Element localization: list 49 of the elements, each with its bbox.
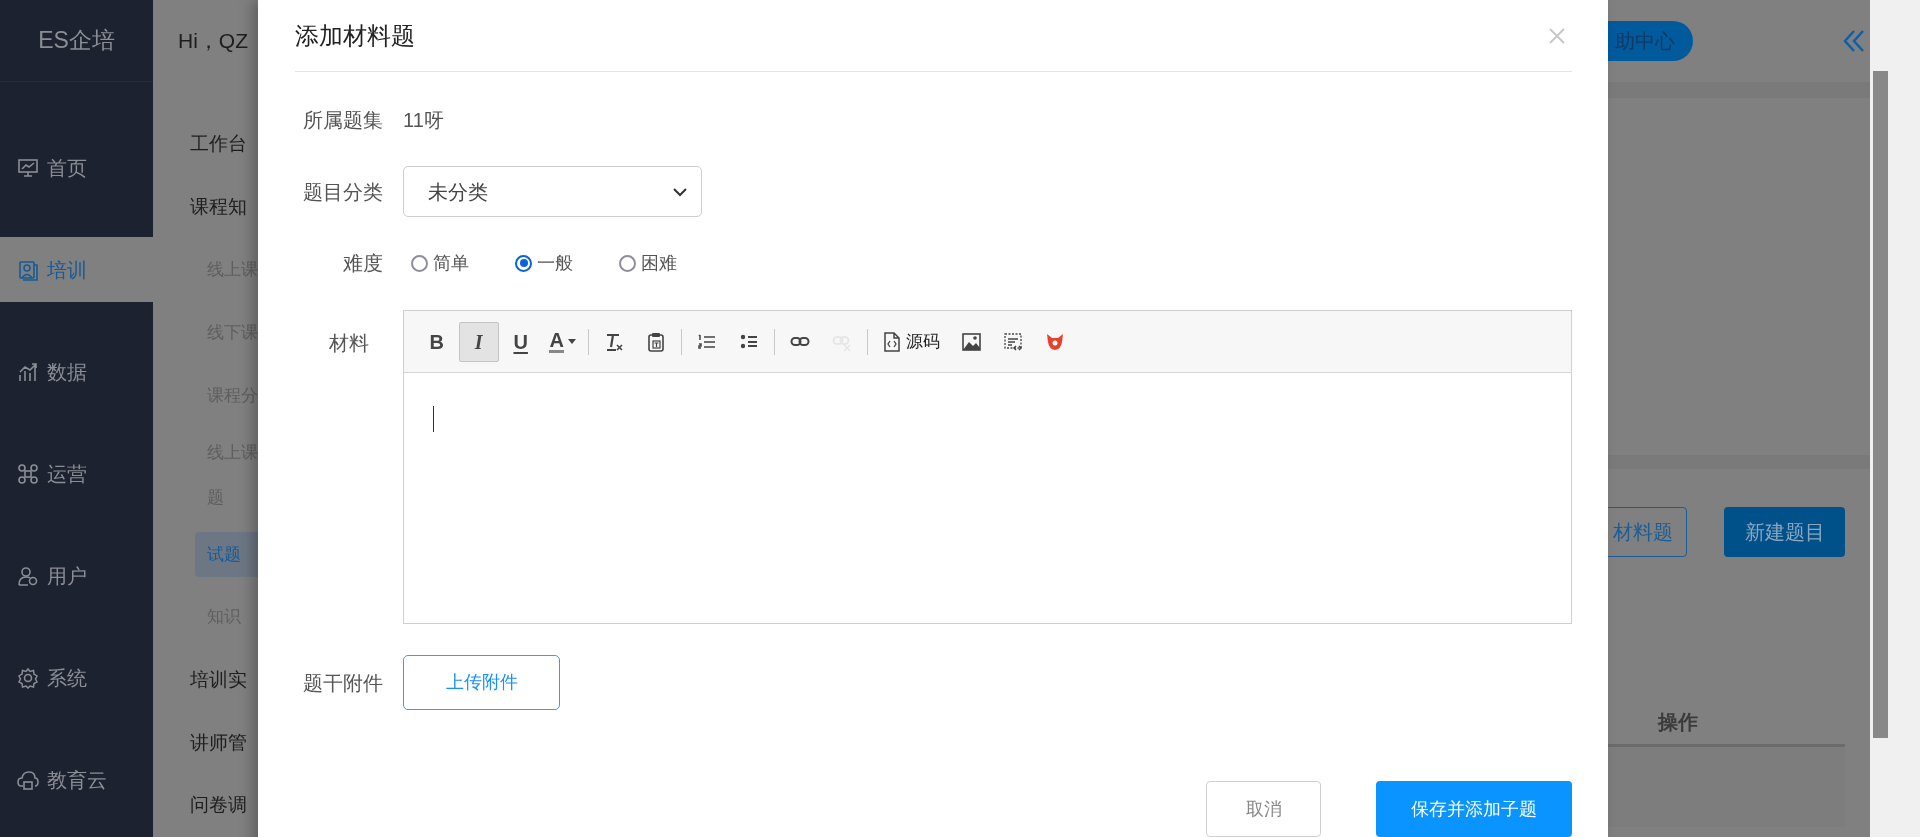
menu-group[interactable]: 工作台 [190, 130, 247, 159]
menu-group[interactable]: 课程知 [190, 192, 247, 222]
gear-icon [17, 666, 39, 689]
dialog-title: 添加材料题 [295, 20, 415, 51]
chevron-down-icon [673, 186, 687, 197]
caret-icon [567, 339, 576, 344]
template-icon [1002, 331, 1023, 352]
column-header: 操作 [1658, 710, 1698, 735]
menu-group[interactable]: 培训实 [190, 665, 247, 695]
radio-button[interactable] [515, 254, 532, 272]
radio-option[interactable]: 一般 [515, 249, 573, 277]
bar-chart-icon [17, 360, 39, 383]
scrollbar-thumb[interactable] [1873, 71, 1888, 738]
category-select[interactable]: 未分类 [403, 166, 702, 217]
monitor-chart-icon [17, 156, 39, 179]
font-color-button[interactable]: A [542, 321, 583, 362]
image-icon [960, 331, 981, 352]
upload-attachment-button[interactable]: 上传附件 [403, 655, 560, 710]
new-question-button[interactable]: 新建题目 [1724, 507, 1845, 557]
menu-group[interactable]: 讲师管 [190, 728, 247, 757]
clipboard-icon [645, 331, 666, 352]
question-set-value: 11呀 [403, 108, 444, 133]
material-editor[interactable]: B I U A 源码 [402, 310, 1572, 624]
radio-option[interactable]: 简单 [411, 249, 469, 277]
menu-group[interactable]: 问卷调 [190, 791, 247, 820]
app-logo: ES企培 [38, 26, 115, 56]
text-cursor [432, 406, 434, 432]
field-label: 题目分类 [302, 179, 383, 205]
radio-button[interactable] [619, 254, 636, 272]
save-and-add-subquestion-button[interactable]: 保存并添加子题 [1376, 781, 1572, 837]
cloud-lock-icon [17, 768, 39, 791]
field-label: 所属题集 [302, 108, 383, 133]
source-button[interactable]: 源码 [872, 321, 949, 362]
book-person-icon [17, 258, 39, 281]
field-label: 难度 [342, 251, 383, 276]
bold-button[interactable]: B [416, 321, 457, 362]
greeting-text: Hi，QZ [178, 28, 248, 55]
italic-button[interactable]: I [458, 321, 499, 362]
radio-button[interactable] [411, 254, 428, 272]
cancel-button[interactable]: 取消 [1206, 781, 1321, 837]
user-gear-icon [17, 564, 39, 587]
command-icon [17, 462, 39, 485]
code-file-icon [881, 331, 902, 352]
field-label: 题干附件 [302, 670, 383, 696]
field-label: 材料 [327, 331, 370, 356]
underline-button[interactable]: U [500, 321, 541, 362]
numbered-list-icon [696, 331, 717, 352]
radio-option[interactable]: 困难 [619, 249, 677, 277]
devil-face-icon [1044, 331, 1065, 352]
